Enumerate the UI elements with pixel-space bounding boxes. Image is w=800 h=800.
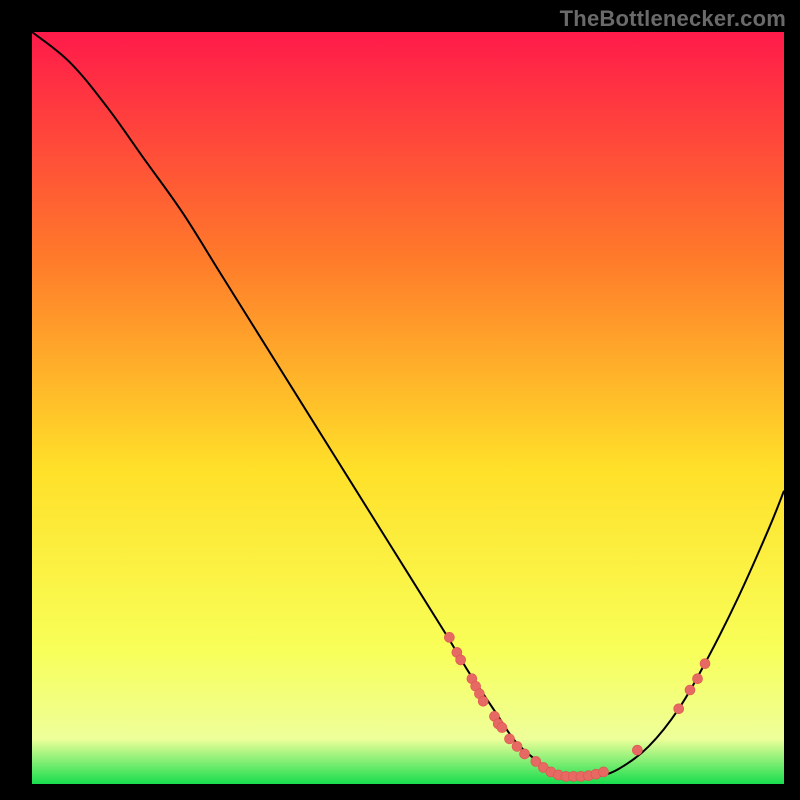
gradient-background [32, 32, 784, 784]
data-point [685, 685, 695, 695]
data-point [632, 745, 642, 755]
data-point [512, 741, 522, 751]
data-point [478, 696, 488, 706]
data-point [700, 659, 710, 669]
data-point [497, 723, 507, 733]
data-point [674, 704, 684, 714]
data-point [456, 655, 466, 665]
plot-area [32, 32, 784, 784]
data-point [520, 749, 530, 759]
data-point [444, 632, 454, 642]
data-point [693, 674, 703, 684]
data-point [599, 767, 609, 777]
bottleneck-chart [32, 32, 784, 784]
chart-frame: TheBottlenecker.com [0, 0, 800, 800]
data-point [505, 734, 515, 744]
attribution-text: TheBottlenecker.com [560, 6, 786, 32]
